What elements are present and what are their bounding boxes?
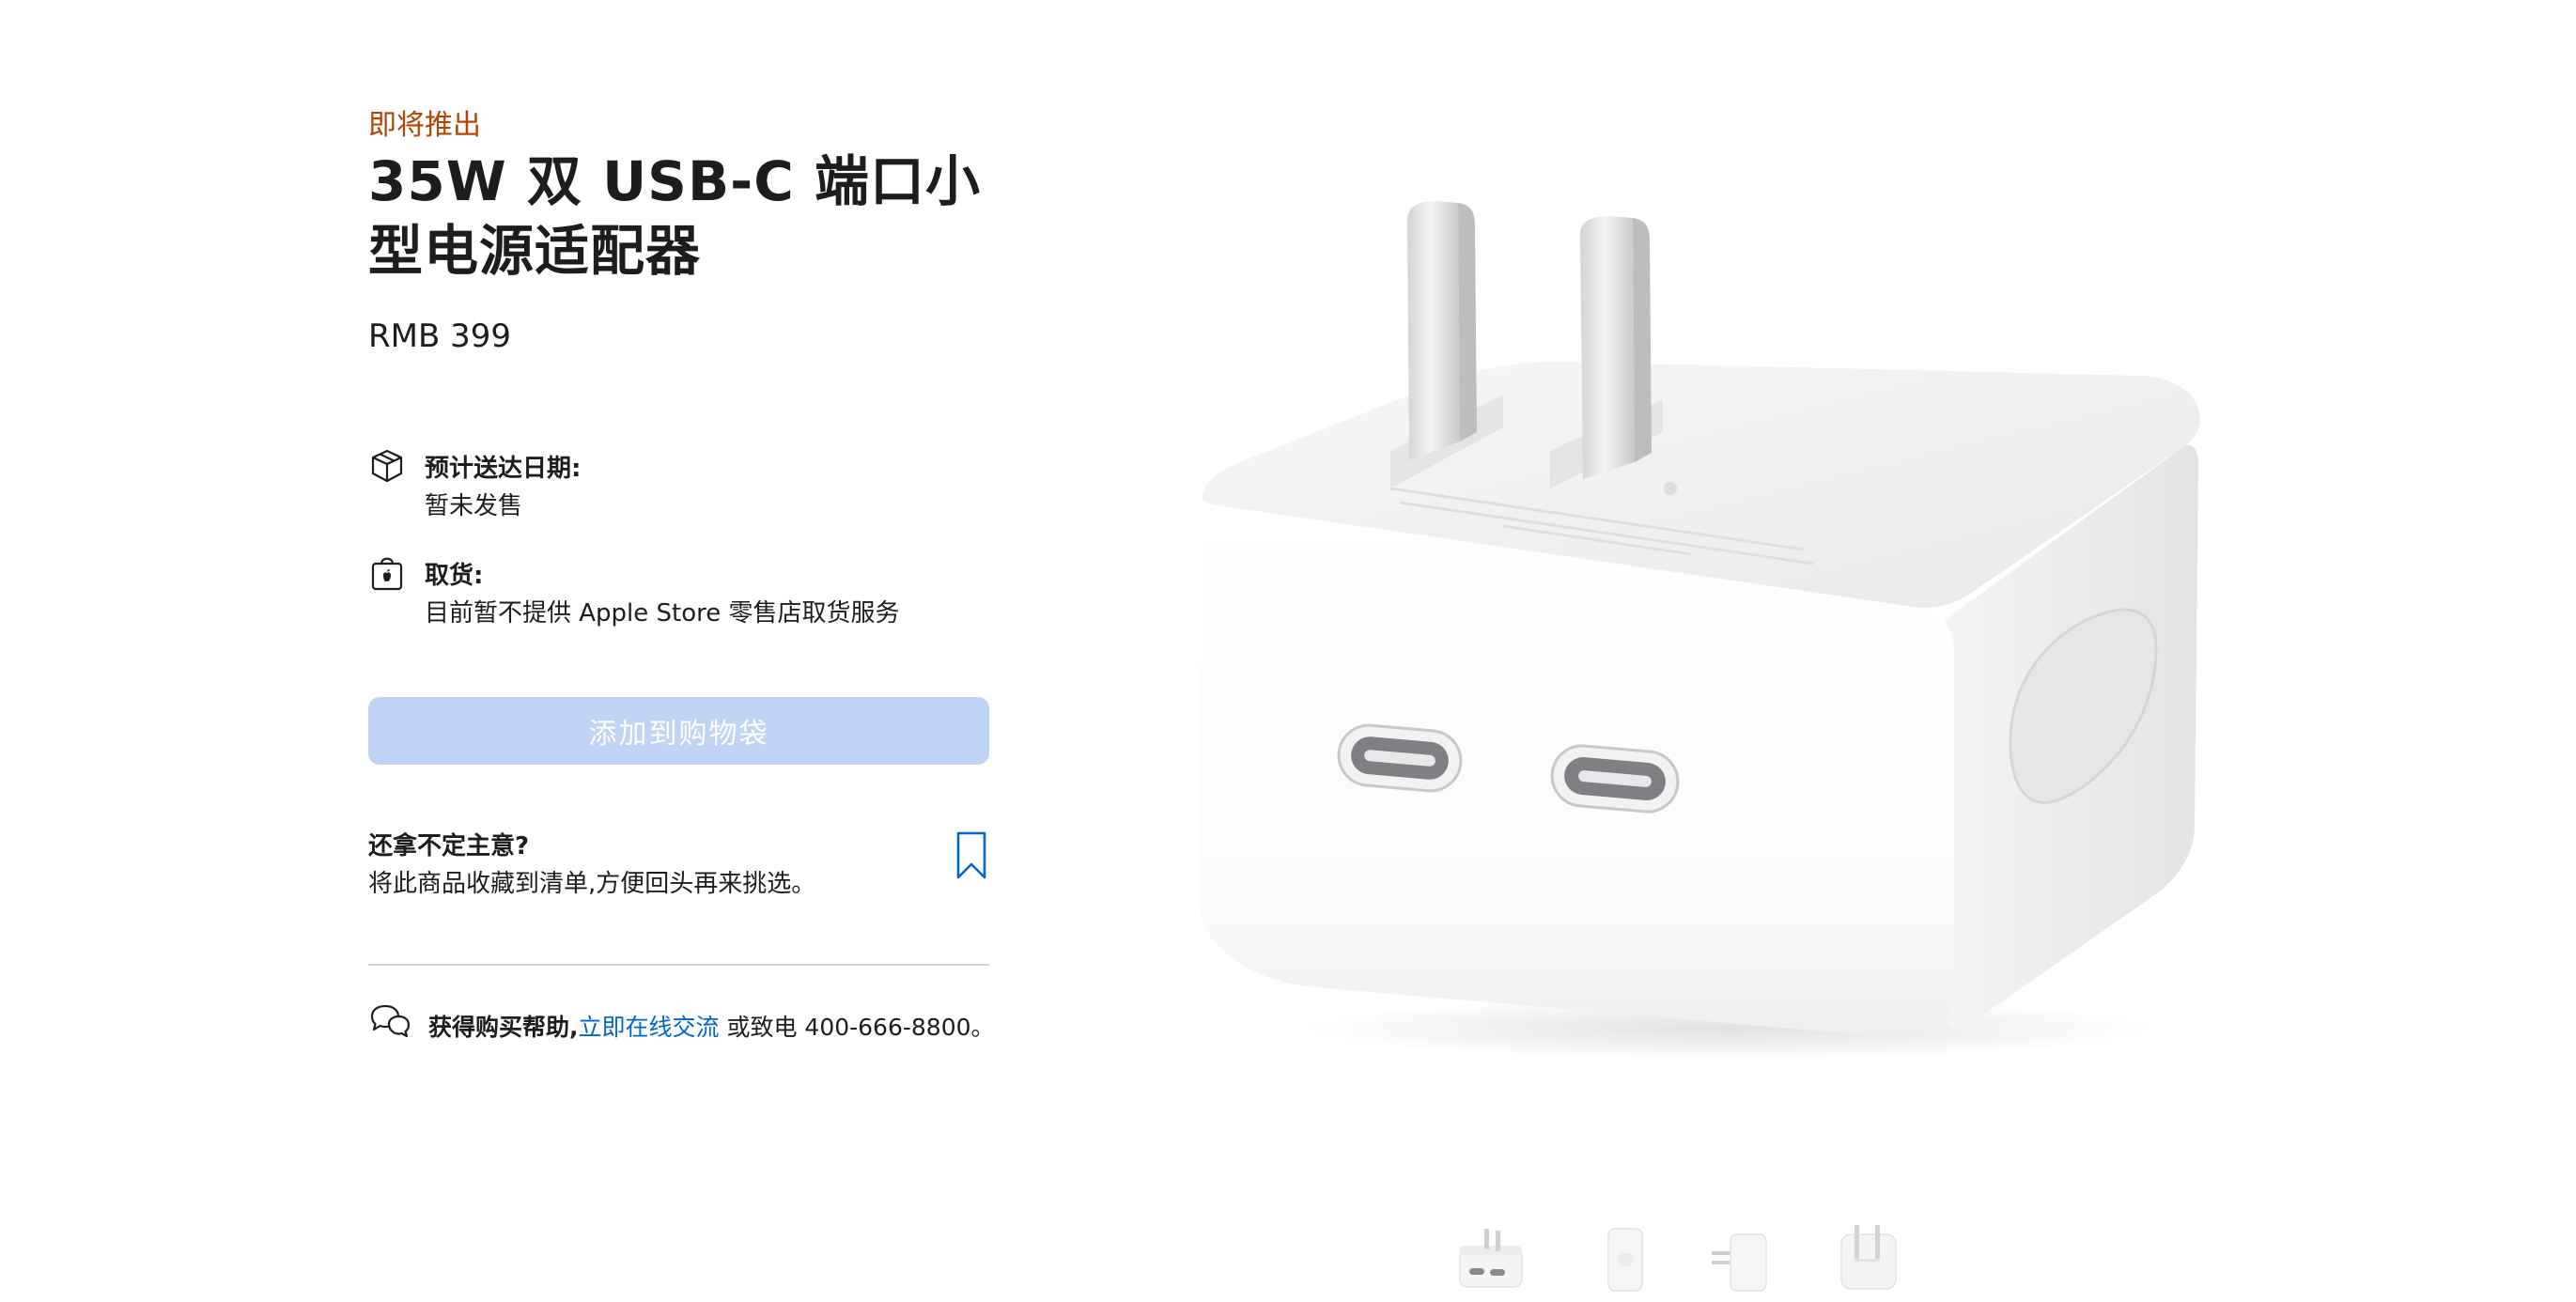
delivery-value: 暂未发售 bbox=[425, 492, 523, 520]
product-title: 35W 双 USB-C 端口小型电源适配器 bbox=[368, 149, 981, 283]
coming-soon-label: 即将推出 bbox=[368, 109, 481, 142]
thumbnail-side[interactable] bbox=[1586, 1221, 1661, 1294]
save-for-later: 还拿不定主意? 将此商品收藏到清单,方便回头再来挑选。 bbox=[368, 825, 996, 900]
purchase-help: 获得购买帮助,立即在线交流 或致电 400-666-8800。 bbox=[368, 1003, 1026, 1046]
help-phone: 或致电 400-666-8800。 bbox=[719, 1014, 995, 1041]
gallery-thumbnails bbox=[1454, 1221, 1905, 1296]
pickup-value: 目前暂不提供 Apple Store 零售店取货服务 bbox=[425, 599, 900, 628]
thumbnail-front[interactable] bbox=[1454, 1221, 1529, 1294]
box-icon bbox=[371, 449, 403, 483]
section-divider bbox=[368, 964, 989, 966]
pickup-label: 取货: bbox=[425, 562, 484, 590]
help-text: 获得购买帮助,立即在线交流 或致电 400-666-8800。 bbox=[428, 1009, 995, 1043]
thumbnail-profile[interactable] bbox=[1708, 1221, 1783, 1294]
bookmark-icon[interactable] bbox=[954, 830, 988, 881]
product-image-adapter bbox=[1199, 201, 2200, 1061]
chat-bubbles-icon bbox=[370, 1004, 411, 1038]
add-to-bag-button[interactable]: 添加到购物袋 bbox=[368, 697, 989, 765]
help-lead: 获得购买帮助, bbox=[428, 1014, 579, 1041]
save-title: 还拿不定主意? bbox=[368, 832, 530, 860]
thumbnail-back[interactable] bbox=[1830, 1221, 1905, 1294]
store-bag-icon bbox=[371, 557, 403, 591]
delivery-label: 预计送达日期: bbox=[425, 455, 582, 483]
live-chat-link[interactable]: 立即在线交流 bbox=[579, 1014, 720, 1041]
product-price: RMB 399 bbox=[368, 318, 511, 355]
save-description: 将此商品收藏到清单,方便回头再来挑选。 bbox=[368, 870, 816, 898]
product-page: 即将推出 35W 双 USB-C 端口小型电源适配器 RMB 399 预计送达日… bbox=[0, 0, 2576, 1302]
